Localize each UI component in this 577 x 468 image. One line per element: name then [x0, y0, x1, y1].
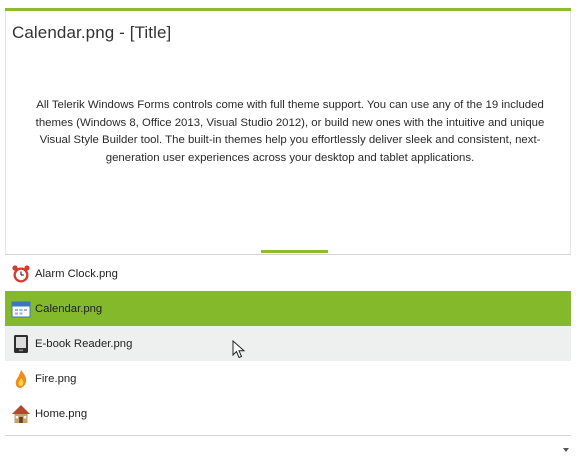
list-item-fire[interactable]: Fire.png: [5, 361, 571, 396]
calendar-icon: [11, 299, 31, 319]
list-bottom-border: [5, 435, 571, 436]
chevron-down-icon[interactable]: [563, 448, 569, 452]
list-item-label: Alarm Clock.png: [35, 267, 118, 280]
list-item-label: Calendar.png: [35, 302, 103, 315]
list-item-home[interactable]: Home.png: [5, 396, 571, 431]
list-item-label: Home.png: [35, 407, 88, 420]
list-item-label: Fire.png: [35, 372, 77, 385]
preview-title: Calendar.png - [Title]: [12, 23, 172, 42]
divider: [5, 254, 571, 255]
ebook-reader-icon: [11, 334, 31, 354]
preview-description: All Telerik Windows Forms controls come …: [35, 99, 545, 164]
alarm-clock-icon: [11, 264, 31, 284]
carousel-position-indicator[interactable]: [261, 250, 328, 253]
preview-panel: Calendar.png - [Title] All Telerik Windo…: [5, 11, 571, 254]
list-item-ebook-reader[interactable]: E-book Reader.png: [5, 326, 571, 361]
list-item-calendar[interactable]: Calendar.png: [5, 291, 571, 326]
fire-icon: [11, 369, 31, 389]
carousel-list-view: Calendar.png - [Title] All Telerik Windo…: [0, 0, 577, 468]
list-item-alarm-clock[interactable]: Alarm Clock.png: [5, 256, 571, 291]
list-item-label: E-book Reader.png: [35, 337, 133, 350]
mouse-cursor-icon: [232, 339, 248, 360]
home-icon: [11, 404, 31, 424]
file-list: Alarm Clock.png Calendar.png E-book Read…: [5, 256, 571, 436]
